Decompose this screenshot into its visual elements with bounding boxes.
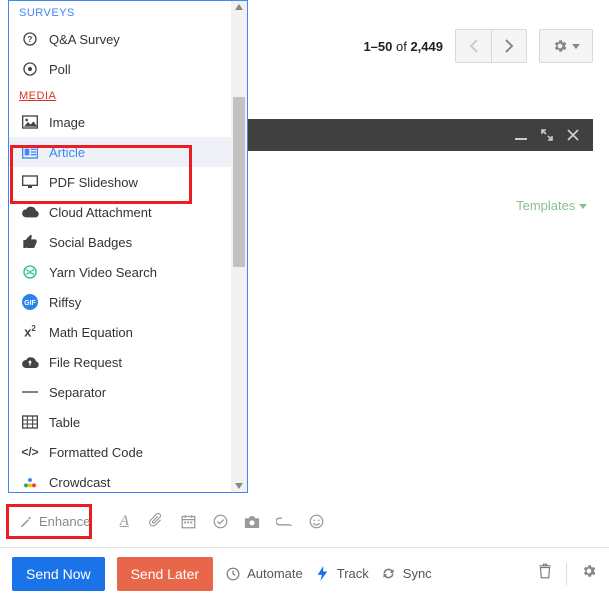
poll-icon xyxy=(21,60,39,78)
yarn-icon xyxy=(21,263,39,281)
menu-item-crowdcast[interactable]: Crowdcast xyxy=(9,467,247,492)
menu-item-riffsy[interactable]: GIF Riffsy xyxy=(9,287,247,317)
menu-item-cloud-attachment[interactable]: Cloud Attachment xyxy=(9,197,247,227)
gear-icon xyxy=(581,563,597,579)
scroll-down-icon xyxy=(235,483,243,489)
paperclip-icon xyxy=(149,513,163,529)
bolt-icon xyxy=(317,566,328,581)
smiley-icon xyxy=(309,514,324,529)
article-icon xyxy=(21,143,39,161)
prev-page-button[interactable] xyxy=(455,29,491,63)
trash-icon xyxy=(538,563,552,579)
gear-icon xyxy=(552,38,568,54)
surveys-header: SURVEYS xyxy=(9,1,247,24)
caret-down-icon xyxy=(572,44,580,49)
divider xyxy=(566,563,567,585)
sync-button[interactable]: Sync xyxy=(381,566,432,582)
next-page-button[interactable] xyxy=(491,29,527,63)
link-button[interactable] xyxy=(275,512,293,530)
emoji-button[interactable] xyxy=(307,512,325,530)
slideshow-icon xyxy=(21,173,39,191)
insert-menu: SURVEYS ? Q&A Survey Poll MEDIA Image Ar… xyxy=(8,0,248,493)
svg-text:?: ? xyxy=(28,35,33,44)
scroll-thumb[interactable] xyxy=(233,97,245,267)
riffsy-icon: GIF xyxy=(21,293,39,311)
menu-scrollbar[interactable] xyxy=(231,1,247,492)
close-icon xyxy=(567,129,579,141)
menu-item-poll[interactable]: Poll xyxy=(9,54,247,84)
chevron-left-icon xyxy=(469,39,478,53)
automate-button[interactable]: Automate xyxy=(225,566,303,582)
pager-range: 1–50 xyxy=(363,39,392,54)
link-icon xyxy=(276,517,292,526)
calendar-icon xyxy=(181,514,196,529)
menu-item-image[interactable]: Image xyxy=(9,107,247,137)
format-a-icon: A xyxy=(120,513,129,530)
svg-text:GIF: GIF xyxy=(24,300,36,307)
separator-icon xyxy=(21,383,39,401)
checkmark-circle-icon xyxy=(213,514,228,529)
menu-item-qa-survey[interactable]: ? Q&A Survey xyxy=(9,24,247,54)
caret-down-icon xyxy=(579,204,587,209)
scroll-up-icon xyxy=(235,4,243,10)
send-now-button[interactable]: Send Now xyxy=(12,557,105,591)
wand-icon xyxy=(19,514,33,528)
math-icon: x2 xyxy=(21,323,39,341)
delete-button[interactable] xyxy=(538,563,552,584)
image-icon xyxy=(21,113,39,131)
compose-titlebar xyxy=(246,119,593,151)
enhance-button[interactable]: Enhance xyxy=(12,506,101,536)
menu-item-separator[interactable]: Separator xyxy=(9,377,247,407)
templates-button[interactable]: Templates xyxy=(516,198,587,213)
send-later-button[interactable]: Send Later xyxy=(117,557,214,591)
thumbs-up-icon xyxy=(21,233,39,251)
expand-button[interactable] xyxy=(541,129,553,141)
pager-bar: 1–50 of 2,449 xyxy=(363,24,593,68)
close-button[interactable] xyxy=(567,129,579,141)
expand-icon xyxy=(541,129,553,141)
menu-item-math[interactable]: x2 Math Equation xyxy=(9,317,247,347)
cloud-upload-icon xyxy=(21,353,39,371)
clock-icon xyxy=(226,567,240,581)
calendar-button[interactable] xyxy=(179,512,197,530)
photo-button[interactable] xyxy=(243,512,261,530)
send-bar: Send Now Send Later Automate Track Sync xyxy=(0,547,609,599)
pager-text: 1–50 of 2,449 xyxy=(363,39,443,54)
help-icon: ? xyxy=(21,30,39,48)
minimize-button[interactable] xyxy=(515,129,527,141)
media-header: MEDIA xyxy=(9,84,247,107)
menu-item-article[interactable]: Article xyxy=(9,137,247,167)
menu-item-code[interactable]: </> Formatted Code xyxy=(9,437,247,467)
cloud-icon xyxy=(21,203,39,221)
format-button[interactable]: A xyxy=(115,512,133,530)
task-button[interactable] xyxy=(211,512,229,530)
table-icon xyxy=(21,413,39,431)
code-icon: </> xyxy=(21,443,39,461)
sync-icon xyxy=(381,566,396,581)
menu-item-file-request[interactable]: File Request xyxy=(9,347,247,377)
track-button[interactable]: Track xyxy=(315,566,369,582)
menu-item-social-badges[interactable]: Social Badges xyxy=(9,227,247,257)
crowdcast-icon xyxy=(21,473,39,491)
menu-item-yarn-video[interactable]: Yarn Video Search xyxy=(9,257,247,287)
attach-button[interactable] xyxy=(147,512,165,530)
pager-total: 2,449 xyxy=(410,39,443,54)
settings-button[interactable] xyxy=(539,29,593,63)
chevron-right-icon xyxy=(505,39,514,53)
pager-buttons xyxy=(455,29,527,63)
menu-item-table[interactable]: Table xyxy=(9,407,247,437)
compose-toolbar: Enhance A xyxy=(8,502,593,540)
minimize-icon xyxy=(515,129,527,141)
menu-item-pdf-slideshow[interactable]: PDF Slideshow xyxy=(9,167,247,197)
more-options-button[interactable] xyxy=(581,563,597,584)
camera-icon xyxy=(244,515,260,528)
